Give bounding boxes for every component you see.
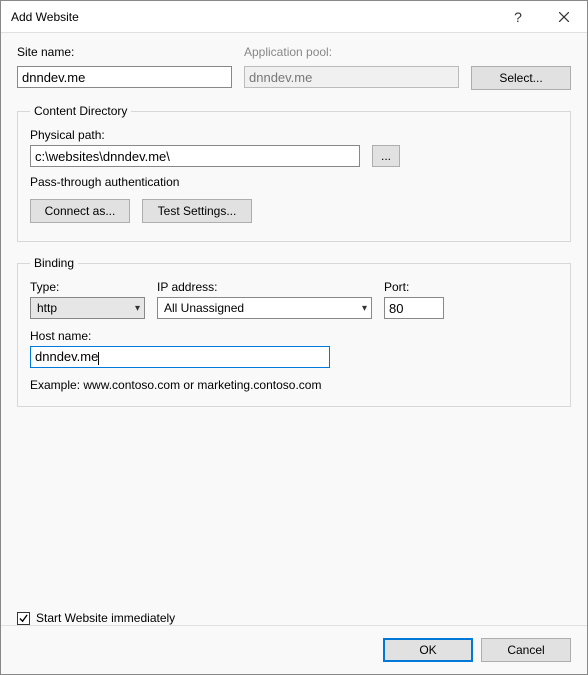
add-website-dialog: Add Website ? Site name: Application poo… [0,0,588,675]
checkmark-icon [19,614,28,623]
physical-path-input[interactable] [30,145,360,167]
chevron-down-icon: ▾ [362,303,367,314]
close-icon [559,12,569,22]
binding-ip-value: All Unassigned [164,301,244,315]
site-name-input[interactable] [17,66,232,88]
binding-group: Binding Type: http ▾ IP address: All Una… [17,256,571,407]
start-immediately-checkbox[interactable] [17,612,30,625]
binding-port-input[interactable] [384,297,444,319]
test-settings-button[interactable]: Test Settings... [142,199,252,223]
dialog-content: Site name: Application pool: Select... C… [1,33,587,674]
binding-ip-label: IP address: [157,280,372,294]
physical-path-label: Physical path: [30,128,558,142]
ok-button[interactable]: OK [383,638,473,662]
content-directory-legend: Content Directory [30,104,131,118]
app-pool-input [244,66,459,88]
binding-example-text: Example: www.contoso.com or marketing.co… [30,378,558,392]
help-button[interactable]: ? [495,1,541,33]
binding-ip-select[interactable]: All Unassigned ▾ [157,297,372,319]
select-app-pool-button[interactable]: Select... [471,66,571,90]
binding-port-label: Port: [384,280,444,294]
binding-type-label: Type: [30,280,145,294]
passthrough-auth-label: Pass-through authentication [30,175,558,189]
start-immediately-label: Start Website immediately [36,611,175,625]
cancel-button[interactable]: Cancel [481,638,571,662]
binding-legend: Binding [30,256,78,270]
binding-type-value: http [37,301,57,315]
window-title: Add Website [11,10,495,24]
connect-as-button[interactable]: Connect as... [30,199,130,223]
close-button[interactable] [541,1,587,33]
binding-type-select[interactable]: http ▾ [30,297,145,319]
binding-host-value: dnndev.me [35,349,99,364]
titlebar: Add Website ? [1,1,587,33]
browse-path-button[interactable]: ... [372,145,400,167]
content-directory-group: Content Directory Physical path: ... Pas… [17,104,571,242]
binding-host-input[interactable]: dnndev.me [30,346,330,368]
site-name-label: Site name: [17,45,232,59]
chevron-down-icon: ▾ [135,303,140,314]
app-pool-label: Application pool: [244,45,459,59]
binding-host-label: Host name: [30,329,558,343]
